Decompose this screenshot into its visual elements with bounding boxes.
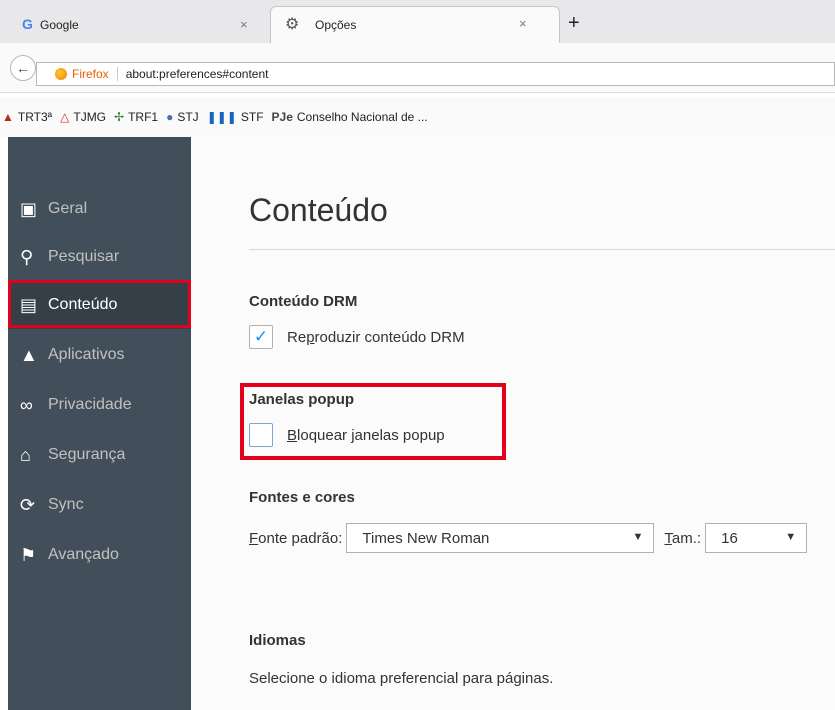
title-divider (249, 249, 835, 250)
sidebar-item-label: Segurança (48, 446, 126, 463)
highlight-box-conteudo (8, 280, 191, 328)
close-tab-icon[interactable]: × (240, 17, 248, 32)
bookmark-stj[interactable]: ● STJ (166, 110, 199, 124)
label-part: am.: (671, 529, 702, 547)
languages-description: Selecione o idioma preferencial para pág… (249, 670, 554, 687)
wizard-icon: ⚑ (20, 544, 37, 565)
font-size-value: 16 (721, 529, 738, 547)
url-bar[interactable]: Firefox about:preferences#content (36, 62, 835, 86)
bookmarks-toolbar: ▲ TRT3ª △ TJMG ✢ TRF1 ● STJ ❚❚❚ STF PJe Consel… (0, 97, 835, 137)
navigation-bar: Firefox about:preferences#content ← (0, 43, 835, 93)
sync-icon: ⟳ (20, 494, 36, 515)
bookmark-tjmg[interactable]: △ TJMG (60, 110, 106, 124)
accesskey: p (306, 328, 315, 346)
sidebar-item-label: Geral (48, 200, 88, 217)
sidebar-item-label: Pesquisar (48, 248, 120, 265)
tab-google[interactable]: G Google × (0, 6, 265, 43)
bookmark-stf[interactable]: ❚❚❚ STF (207, 110, 264, 124)
new-tab-button[interactable]: + (568, 12, 580, 35)
dropdown-arrow-icon: ▼ (632, 531, 644, 543)
sidebar-item-geral[interactable]: ▣ Geral (8, 185, 191, 233)
default-font-select[interactable]: Times New Roman ▼ (346, 523, 655, 553)
sidebar-item-aplicativos[interactable]: ▲ Aplicativos (8, 331, 191, 379)
bookmark-label: TRF1 (128, 110, 159, 124)
bookmark-label: TJMG (73, 110, 107, 124)
mask-icon: ∞ (20, 394, 33, 415)
tab-label: Opções (315, 18, 357, 32)
preferences-sidebar: ▣ Geral ⚲ Pesquisar ▤ Conteúdo ▲ Aplicat… (8, 137, 191, 710)
sidebar-item-seguranca[interactable]: ⌂ Segurança (8, 431, 191, 479)
bookmark-label: STF (240, 110, 264, 124)
drm-checkbox-row[interactable]: ✓ Reproduzir conteúdo DRM (249, 325, 465, 349)
default-font-label: Fonte padrão: (249, 530, 342, 547)
default-font-value: Times New Roman (362, 529, 490, 547)
font-size-select[interactable]: 16 ▼ (705, 523, 808, 553)
drm-checkbox[interactable]: ✓ (249, 325, 273, 349)
firefox-icon (55, 68, 67, 80)
sidebar-item-label: Avançado (48, 546, 119, 563)
highlight-box-popups (240, 383, 506, 460)
url-text[interactable]: about:preferences#content (118, 67, 269, 81)
bookmark-cnj[interactable]: PJe Conselho Nacional de ... (272, 110, 428, 124)
font-size-label: Tam.: (664, 530, 701, 547)
firefox-window: { "tabs": [ {"icon": "google-g-icon", "i… (0, 0, 835, 710)
preferences-content: Conteúdo Conteúdo DRM ✓ Reproduzir conte… (191, 137, 835, 710)
label-part: roduzir conteúdo DRM (314, 328, 465, 346)
label-part: onte padrão: (258, 529, 343, 547)
scales-icon: ✢ (114, 110, 125, 124)
triangle-icon: △ (60, 110, 70, 124)
page-title: Conteúdo (249, 192, 388, 228)
sidebar-item-label: Privacidade (48, 396, 132, 413)
google-g-icon: G (22, 16, 33, 32)
gear-icon: ⚙ (285, 16, 300, 33)
seal-icon: ● (166, 110, 174, 124)
drm-checkbox-label: Reproduzir conteúdo DRM (287, 329, 465, 346)
checkmark-icon: ✓ (253, 327, 269, 346)
drm-heading: Conteúdo DRM (249, 293, 358, 310)
bookmark-label: STJ (177, 110, 199, 124)
columns-icon: ❚❚❚ (206, 110, 237, 124)
languages-heading: Idiomas (249, 632, 306, 649)
bookmark-trf1[interactable]: ✢ TRF1 (114, 110, 158, 124)
lock-icon: ⌂ (20, 444, 31, 465)
fonts-row: Fonte padrão: Times New Roman ▼ Tam.: 16… (249, 523, 808, 553)
back-button[interactable]: ← (10, 55, 36, 81)
geral-icon: ▣ (20, 198, 38, 219)
back-arrow-icon: ← (16, 60, 30, 76)
fonts-heading: Fontes e cores (249, 489, 355, 506)
label-part: Re (287, 328, 307, 346)
close-tab-icon[interactable]: × (519, 16, 527, 31)
accesskey: F (249, 529, 259, 547)
sidebar-item-label: Sync (48, 496, 84, 513)
bookmark-label: TRT3ª (17, 110, 53, 124)
bookmark-label: Conselho Nacional de ... (296, 110, 428, 124)
sidebar-item-pesquisar[interactable]: ⚲ Pesquisar (8, 233, 191, 281)
bookmark-trt3[interactable]: ▲ TRT3ª (2, 110, 52, 124)
search-icon: ⚲ (20, 246, 34, 267)
dropdown-arrow-icon: ▼ (785, 531, 797, 543)
identity-label[interactable]: Firefox (72, 67, 118, 81)
tab-strip: G Google × ⚙ Opções × + (0, 0, 835, 43)
sidebar-item-sync[interactable]: ⟳ Sync (8, 481, 191, 529)
tab-label: Google (40, 17, 79, 32)
rocket-icon: ▲ (20, 344, 38, 365)
tree-icon: ▲ (2, 110, 14, 124)
sidebar-item-label: Aplicativos (48, 346, 125, 363)
tab-opcoes[interactable]: ⚙ Opções × (270, 6, 560, 43)
sidebar-item-avancado[interactable]: ⚑ Avançado (8, 531, 191, 579)
sidebar-item-privacidade[interactable]: ∞ Privacidade (8, 381, 191, 429)
accesskey: T (664, 529, 672, 547)
pje-icon: PJe (271, 110, 293, 124)
